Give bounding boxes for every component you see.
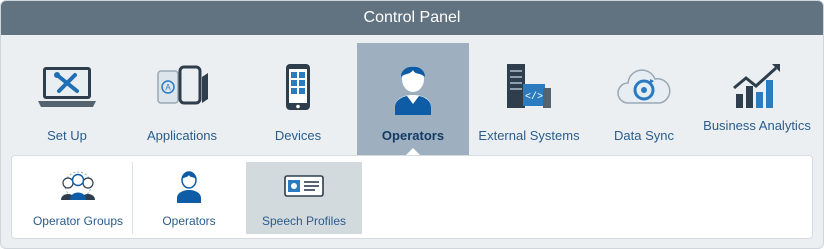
tab-business-analytics[interactable]: Business Analytics	[699, 43, 815, 155]
tab-label: Business Analytics	[703, 118, 811, 133]
mobile-device-icon	[266, 59, 330, 115]
sub-tab-panel: Operator Groups Operators Speech Profile…	[11, 155, 813, 239]
tab-label: Operators	[381, 128, 445, 143]
subtab-speech-profiles[interactable]: Speech Profiles	[246, 162, 362, 234]
tab-label: Set Up	[47, 128, 87, 143]
tab-label: Data Sync	[614, 128, 674, 143]
laptop-tools-icon	[35, 59, 99, 115]
operator-groups-icon	[58, 168, 98, 204]
tab-label: External Systems	[478, 128, 580, 143]
tab-applications[interactable]: A Applications	[125, 43, 239, 155]
main-tab-bar: Set Up A Applications Devices Operators …	[1, 35, 823, 156]
divider	[132, 162, 133, 234]
tab-set-up[interactable]: Set Up	[9, 43, 125, 155]
window-title: Control Panel	[1, 1, 823, 35]
control-panel: Control Panel Set Up A Applications Devi…	[0, 0, 824, 249]
applications-icon: A	[150, 59, 214, 115]
server-icon: </>	[497, 59, 561, 115]
subtab-label: Operators	[162, 214, 216, 228]
svg-text:</>: </>	[525, 91, 543, 103]
analytics-chart-icon	[725, 59, 789, 115]
operator-icon	[169, 168, 209, 204]
subtab-label: Operator Groups	[32, 214, 124, 228]
tab-devices[interactable]: Devices	[239, 43, 357, 155]
subtab-operator-groups[interactable]: Operator Groups	[24, 162, 132, 234]
tab-label: Applications	[146, 128, 218, 143]
tab-label: Devices	[274, 128, 322, 143]
tab-data-sync[interactable]: Data Sync	[589, 43, 699, 155]
speech-profile-icon	[284, 168, 324, 204]
tab-external-systems[interactable]: </> External Systems	[469, 43, 589, 155]
tab-operators[interactable]: Operators	[357, 43, 469, 156]
subtab-operators[interactable]: Operators	[136, 162, 242, 234]
cloud-sync-icon	[612, 59, 676, 115]
svg-text:A: A	[165, 83, 171, 92]
operator-person-icon	[381, 59, 445, 115]
subtab-label: Speech Profiles	[261, 214, 347, 228]
